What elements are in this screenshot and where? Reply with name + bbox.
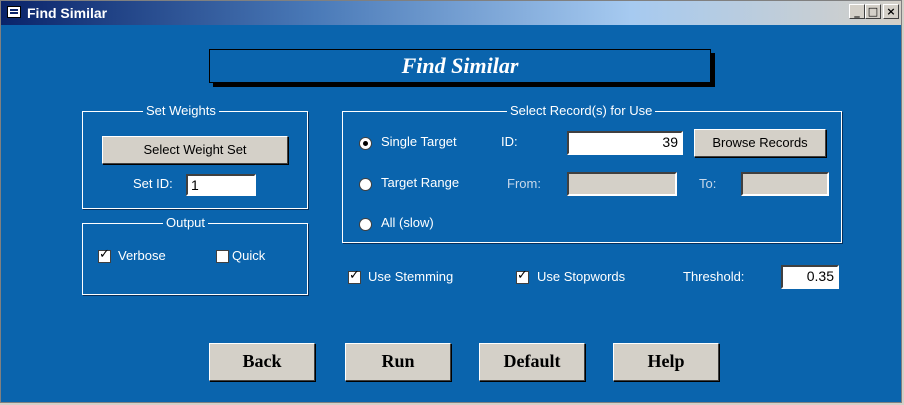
default-button[interactable]: Default (479, 343, 585, 381)
output-group: Output ✓ Verbose Quick (82, 215, 308, 295)
run-button[interactable]: Run (345, 343, 451, 381)
verbose-checkbox[interactable]: ✓ (98, 247, 111, 263)
target-range-radio[interactable] (359, 178, 372, 191)
range-from-field[interactable] (567, 172, 677, 196)
select-records-group: Select Record(s) for Use Single Target I… (342, 103, 842, 243)
quick-checkbox[interactable] (216, 250, 229, 263)
form-body: Find Similar Set Weights Select Weight S… (5, 25, 897, 401)
window-title: Find Similar (27, 5, 108, 21)
header-banner: Find Similar (209, 49, 711, 83)
record-id-field[interactable]: 39 (567, 131, 683, 155)
threshold-field[interactable]: 0.35 (781, 265, 839, 289)
all-records-radio[interactable] (359, 218, 372, 231)
set-id-field[interactable]: 1 (186, 174, 256, 196)
target-range-label: Target Range (381, 175, 460, 190)
set-weights-group: Set Weights Select Weight Set Set ID: 1 (82, 103, 308, 209)
quick-label: Quick (232, 248, 266, 263)
use-stemming-label: Use Stemming (368, 269, 454, 284)
output-legend: Output (163, 215, 209, 231)
check-icon: ✓ (99, 247, 110, 262)
select-records-legend: Select Record(s) for Use (507, 103, 656, 119)
id-label: ID: (501, 134, 518, 149)
close-button[interactable]: × (883, 4, 899, 19)
set-id-label: Set ID: (133, 176, 173, 191)
threshold-label: Threshold: (683, 269, 745, 284)
maximize-button[interactable]: □ (865, 4, 881, 19)
single-target-label: Single Target (381, 134, 457, 149)
use-stemming-checkbox[interactable]: ✓ (348, 268, 361, 284)
find-similar-window: Find Similar _ □ × Find Similar Set Weig… (0, 0, 902, 403)
back-button[interactable]: Back (209, 343, 315, 381)
browse-records-button[interactable]: Browse Records (694, 129, 826, 157)
to-label: To: (699, 176, 717, 191)
set-weights-legend: Set Weights (143, 103, 219, 119)
page-title: Find Similar (401, 53, 519, 78)
range-to-field[interactable] (741, 172, 829, 196)
check-icon: ✓ (349, 268, 360, 283)
minimize-button[interactable]: _ (849, 4, 865, 19)
from-label: From: (507, 176, 541, 191)
verbose-label: Verbose (118, 248, 166, 263)
form-icon (7, 6, 21, 18)
select-weight-set-button[interactable]: Select Weight Set (102, 136, 288, 164)
help-button[interactable]: Help (613, 343, 719, 381)
title-bar[interactable]: Find Similar _ □ × (1, 1, 901, 25)
all-records-label: All (slow) (381, 215, 434, 230)
use-stopwords-checkbox[interactable]: ✓ (516, 268, 529, 284)
single-target-radio[interactable] (359, 137, 372, 150)
use-stopwords-label: Use Stopwords (537, 269, 626, 284)
check-icon: ✓ (517, 268, 528, 283)
